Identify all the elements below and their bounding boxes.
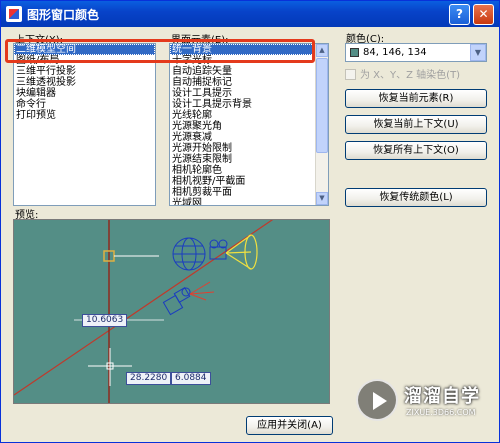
- context-list-item[interactable]: 三维透视投影: [14, 77, 155, 88]
- close-button[interactable]: ✕: [473, 4, 494, 25]
- watermark: 溜溜自学 ZIXUE.3D66.COM: [356, 379, 498, 429]
- scroll-thumb[interactable]: [316, 58, 328, 153]
- color-swatch: [350, 48, 359, 57]
- interface-element-list-item[interactable]: 相机剪裁平面: [170, 187, 328, 198]
- interface-element-list-item[interactable]: 自动捕捉标记: [170, 77, 328, 88]
- interface-element-list-item[interactable]: 设计工具提示背景: [170, 99, 328, 110]
- interface-element-list-item[interactable]: 设计工具提示: [170, 88, 328, 99]
- coord-tooltip-y: 6.0884: [171, 372, 211, 385]
- interface-element-list-item[interactable]: 光域网: [170, 198, 328, 205]
- interface-element-list-item[interactable]: 光源结束限制: [170, 154, 328, 165]
- context-list-item[interactable]: 命令行: [14, 99, 155, 110]
- chevron-down-icon[interactable]: ▼: [470, 44, 486, 61]
- watermark-subtitle: ZIXUE.3D66.COM: [406, 408, 476, 417]
- light-source-icon: [162, 286, 191, 316]
- interface-element-list-item[interactable]: 光源聚光角: [170, 121, 328, 132]
- light-globe-icon: [172, 237, 206, 271]
- preview-pane: 10.6063 28.2280 6.0884: [13, 219, 330, 404]
- elements-scrollbar[interactable]: ▲ ▼: [315, 44, 328, 205]
- restore-context-button[interactable]: 恢复当前上下文(U): [345, 115, 487, 134]
- selection-highlight-annotation: [5, 39, 315, 63]
- dialog-window: 图形窗口颜色 ? ✕ 上下文(X): 二维模型空间 图纸/布局 三维平行投影 三维透视…: [0, 0, 500, 443]
- spot-cone-red-icon: [189, 281, 215, 301]
- interface-element-list-item[interactable]: 光源衰减: [170, 132, 328, 143]
- play-logo-icon: [356, 379, 398, 421]
- red-axis-line: [14, 220, 274, 396]
- restore-element-button[interactable]: 恢复当前元素(R): [345, 89, 487, 108]
- apply-and-close-button[interactable]: 应用并关闭(A): [246, 416, 333, 435]
- watermark-title: 溜溜自学: [404, 386, 480, 407]
- scroll-down-icon[interactable]: ▼: [316, 192, 328, 205]
- tint-axes-option[interactable]: 为 X、Y、Z 轴染色(T): [345, 66, 460, 81]
- scroll-up-icon[interactable]: ▲: [316, 44, 328, 57]
- context-listbox[interactable]: 二维模型空间 图纸/布局 三维平行投影 三维透视投影 块编辑器 命令行 打印预览: [13, 43, 156, 206]
- window-title: 图形窗口颜色: [27, 8, 100, 22]
- tint-axes-label: 为 X、Y、Z 轴染色(T): [360, 70, 461, 81]
- interface-element-list-item[interactable]: 相机轮廓色: [170, 165, 328, 176]
- context-list-item[interactable]: 三维平行投影: [14, 66, 155, 77]
- tint-axes-checkbox[interactable]: [345, 69, 356, 80]
- interface-element-list-item[interactable]: 相机视野/平截面: [170, 176, 328, 187]
- restore-classic-colors-button[interactable]: 恢复传统颜色(L): [345, 188, 487, 207]
- context-list-item[interactable]: 打印预览: [14, 110, 155, 121]
- help-button[interactable]: ?: [449, 4, 470, 25]
- interface-element-list-item[interactable]: 光线轮廓: [170, 110, 328, 121]
- color-dropdown[interactable]: 84, 146, 134 ▼: [345, 43, 487, 62]
- restore-all-contexts-button[interactable]: 恢复所有上下文(O): [345, 141, 487, 160]
- interface-element-list-item[interactable]: 自动追踪矢量: [170, 66, 328, 77]
- coord-tooltip-x: 28.2280: [126, 372, 172, 385]
- interface-element-list-item[interactable]: 光源开始限制: [170, 143, 328, 154]
- context-list-item[interactable]: 块编辑器: [14, 88, 155, 99]
- app-icon: [6, 6, 22, 22]
- interface-elements-listbox[interactable]: 统一背景 十字光标 自动追踪矢量 自动捕捉标记 设计工具提示 设计工具提示背景 光线轮廓 光源…: [169, 43, 329, 206]
- coord-tooltip-length: 10.6063: [82, 314, 128, 327]
- color-value: 84, 146, 134: [363, 47, 427, 58]
- title-bar[interactable]: 图形窗口颜色 ? ✕: [1, 1, 499, 27]
